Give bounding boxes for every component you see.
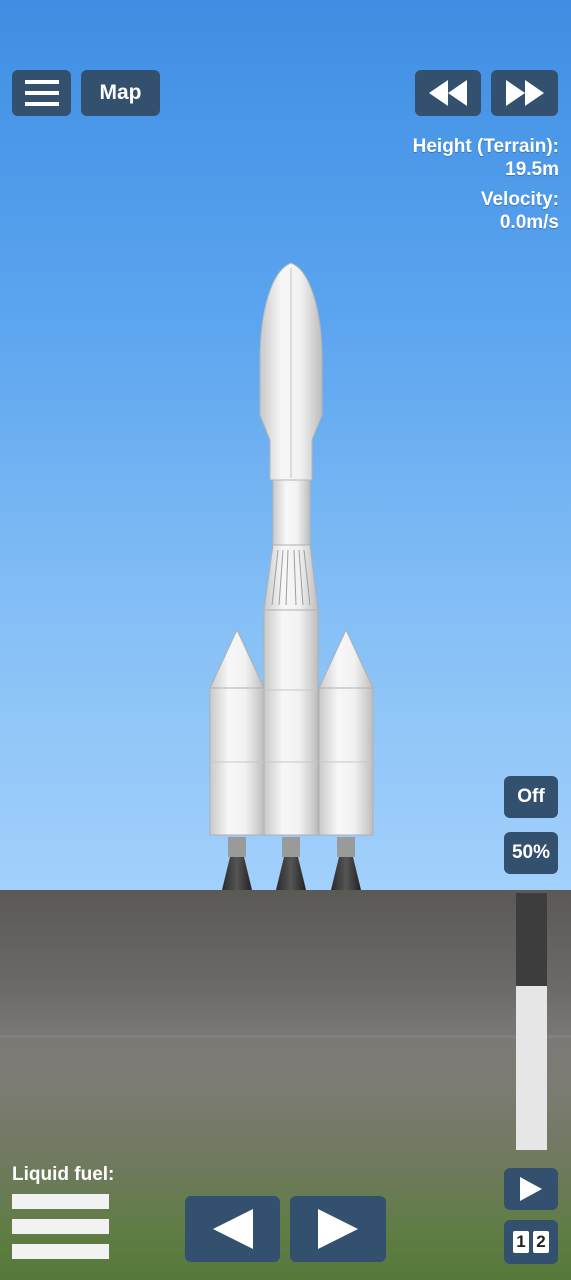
rcs-toggle-button[interactable]: Off (504, 776, 558, 818)
fuel-label: Liquid fuel: (12, 1164, 115, 1185)
height-readout: Height (Terrain): 19.5m (413, 135, 559, 181)
engine-right (331, 837, 361, 890)
velocity-value: 0.0m/s (499, 212, 559, 233)
play-icon (520, 1177, 542, 1201)
rotate-left-button[interactable] (185, 1196, 280, 1262)
rotate-right-button[interactable] (290, 1196, 386, 1262)
throttle-label: 50% (511, 842, 551, 863)
menu-button[interactable] (12, 70, 71, 116)
height-label: Height (Terrain): (412, 136, 559, 157)
arrow-right-icon (318, 1209, 358, 1249)
stage-1-badge: 1 (513, 1231, 529, 1253)
right-booster (318, 628, 374, 836)
throttle-empty-region (516, 893, 547, 986)
engine-center (276, 837, 306, 890)
fuel-bar (12, 1194, 109, 1209)
left-booster (209, 628, 265, 836)
fast-forward-button[interactable] (491, 70, 558, 116)
engine-left (222, 837, 252, 890)
stage-button[interactable] (504, 1168, 558, 1210)
rewind-icon (429, 80, 467, 106)
core-stage (259, 262, 323, 836)
fuel-bar (12, 1219, 109, 1234)
map-button[interactable]: Map (81, 70, 160, 116)
stage-2-badge: 2 (533, 1231, 549, 1253)
throttle-percent-button[interactable]: 50% (504, 832, 558, 874)
velocity-label: Velocity: (480, 189, 559, 210)
height-value: 19.5m (505, 159, 559, 180)
fuel-bar (12, 1244, 109, 1259)
map-label: Map (99, 81, 142, 104)
menu-icon (24, 80, 59, 106)
rcs-label: Off (517, 786, 545, 807)
rewind-button[interactable] (415, 70, 481, 116)
stage-indicator[interactable]: 1 2 (504, 1220, 558, 1264)
throttle-slider[interactable] (516, 893, 547, 1150)
velocity-readout: Velocity: 0.0m/s (481, 188, 559, 234)
arrow-left-icon (212, 1209, 253, 1249)
fast-forward-icon (505, 80, 544, 106)
